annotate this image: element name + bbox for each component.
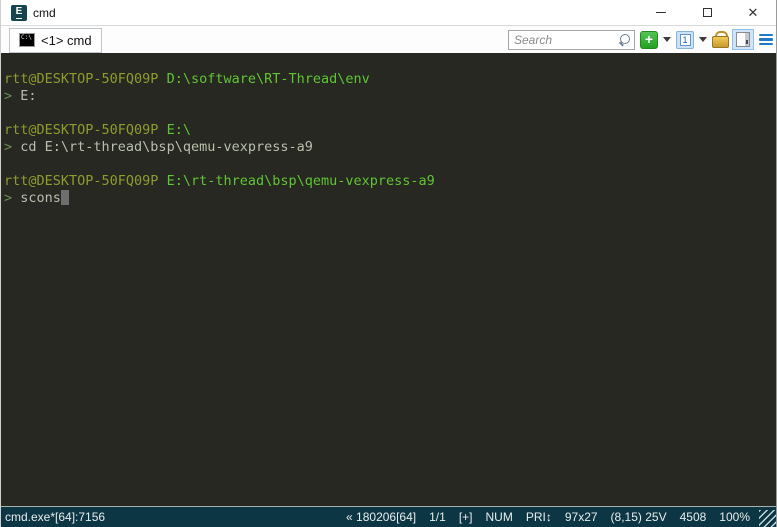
window-title: cmd: [33, 6, 56, 20]
search-input[interactable]: [514, 33, 618, 47]
terminal-line: rtt@DESKTOP-50FQ09P E:\rt-thread\bsp\qem…: [4, 173, 776, 190]
scroll-view-toggle-button[interactable]: [732, 29, 754, 50]
menu-icon[interactable]: [759, 34, 773, 46]
terminal-text-command: cd E:\rt-thread\bsp\qemu-vexpress-a9: [20, 139, 313, 155]
maximize-icon: [703, 8, 712, 17]
toolbar: + 1: [508, 29, 776, 50]
terminal-text-user: rtt@DESKTOP-50FQ09P: [4, 71, 167, 87]
window-switch-button[interactable]: 1: [676, 31, 694, 49]
status-process: cmd.exe*[64]:7156: [5, 510, 105, 524]
new-console-dropdown-icon[interactable]: [663, 37, 671, 42]
terminal-line: > cd E:\rt-thread\bsp\qemu-vexpress-a9: [4, 139, 776, 156]
terminal-text-command: E:: [20, 88, 36, 104]
new-console-button[interactable]: +: [640, 31, 658, 49]
terminal-text-prompt: >: [4, 88, 20, 104]
status-item: NUM: [486, 510, 513, 524]
status-item: 100%: [719, 510, 750, 524]
scrollbar-panel-icon: [736, 32, 750, 47]
lock-icon[interactable]: [712, 31, 727, 48]
terminal-text-prompt: >: [4, 139, 20, 155]
tab-cmd[interactable]: C:\ <1> cmd: [9, 28, 102, 53]
titlebar: E cmd ✕: [1, 0, 776, 26]
status-item: [+]: [459, 510, 473, 524]
window-switch-dropdown-icon[interactable]: [699, 37, 707, 42]
cmd-icon: C:\: [19, 33, 35, 47]
window-number: 1: [680, 34, 691, 46]
terminal-text-command: scons: [20, 190, 61, 206]
terminal-line: > scons: [4, 190, 776, 207]
terminal-text-path: E:\rt-thread\bsp\qemu-vexpress-a9: [167, 173, 435, 189]
status-item: 97x27: [565, 510, 598, 524]
terminal-line: [4, 54, 776, 71]
tabbar: C:\ <1> cmd + 1: [1, 26, 776, 53]
minimize-button[interactable]: [638, 0, 684, 25]
terminal-text-user: rtt@DESKTOP-50FQ09P: [4, 173, 167, 189]
maximize-button[interactable]: [684, 0, 730, 25]
close-icon: ✕: [748, 6, 759, 19]
status-item: 1/1: [429, 510, 446, 524]
resize-grip[interactable]: [759, 510, 776, 527]
terminal-line: rtt@DESKTOP-50FQ09P D:\software\RT-Threa…: [4, 71, 776, 88]
status-item: « 180206[64]: [346, 510, 416, 524]
terminal-text-prompt: >: [4, 190, 20, 206]
terminal-line: rtt@DESKTOP-50FQ09P E:\: [4, 122, 776, 139]
terminal-cursor: [61, 190, 69, 205]
status-item: 4508: [680, 510, 707, 524]
search-icon: [618, 33, 631, 46]
terminal-text-path: E:\: [167, 122, 191, 138]
conemu-app-icon: E: [11, 5, 27, 21]
window-controls: ✕: [638, 0, 776, 25]
tab-label: <1> cmd: [41, 33, 92, 48]
terminal-line: [4, 105, 776, 122]
terminal[interactable]: rtt@DESKTOP-50FQ09P D:\software\RT-Threa…: [1, 53, 776, 506]
status-items: « 180206[64] 1/1 [+] NUM PRI↕ 97x27 (8,15) 25V…: [346, 510, 776, 524]
status-item: PRI↕: [526, 510, 552, 524]
terminal-line: > E:: [4, 88, 776, 105]
conemu-window: E cmd ✕ C:\ <1> cmd + 1: [0, 0, 777, 527]
close-button[interactable]: ✕: [730, 0, 776, 25]
terminal-line: [4, 156, 776, 173]
statusbar: cmd.exe*[64]:7156 « 180206[64] 1/1 [+] NUM P…: [1, 506, 776, 527]
terminal-text-user: rtt@DESKTOP-50FQ09P: [4, 122, 167, 138]
terminal-text-path: D:\software\RT-Thread\env: [167, 71, 370, 87]
search-box: [508, 30, 635, 50]
minimize-icon: [656, 12, 666, 13]
conemu-logo-icon: E: [16, 7, 23, 19]
status-item: (8,15) 25V: [611, 510, 667, 524]
